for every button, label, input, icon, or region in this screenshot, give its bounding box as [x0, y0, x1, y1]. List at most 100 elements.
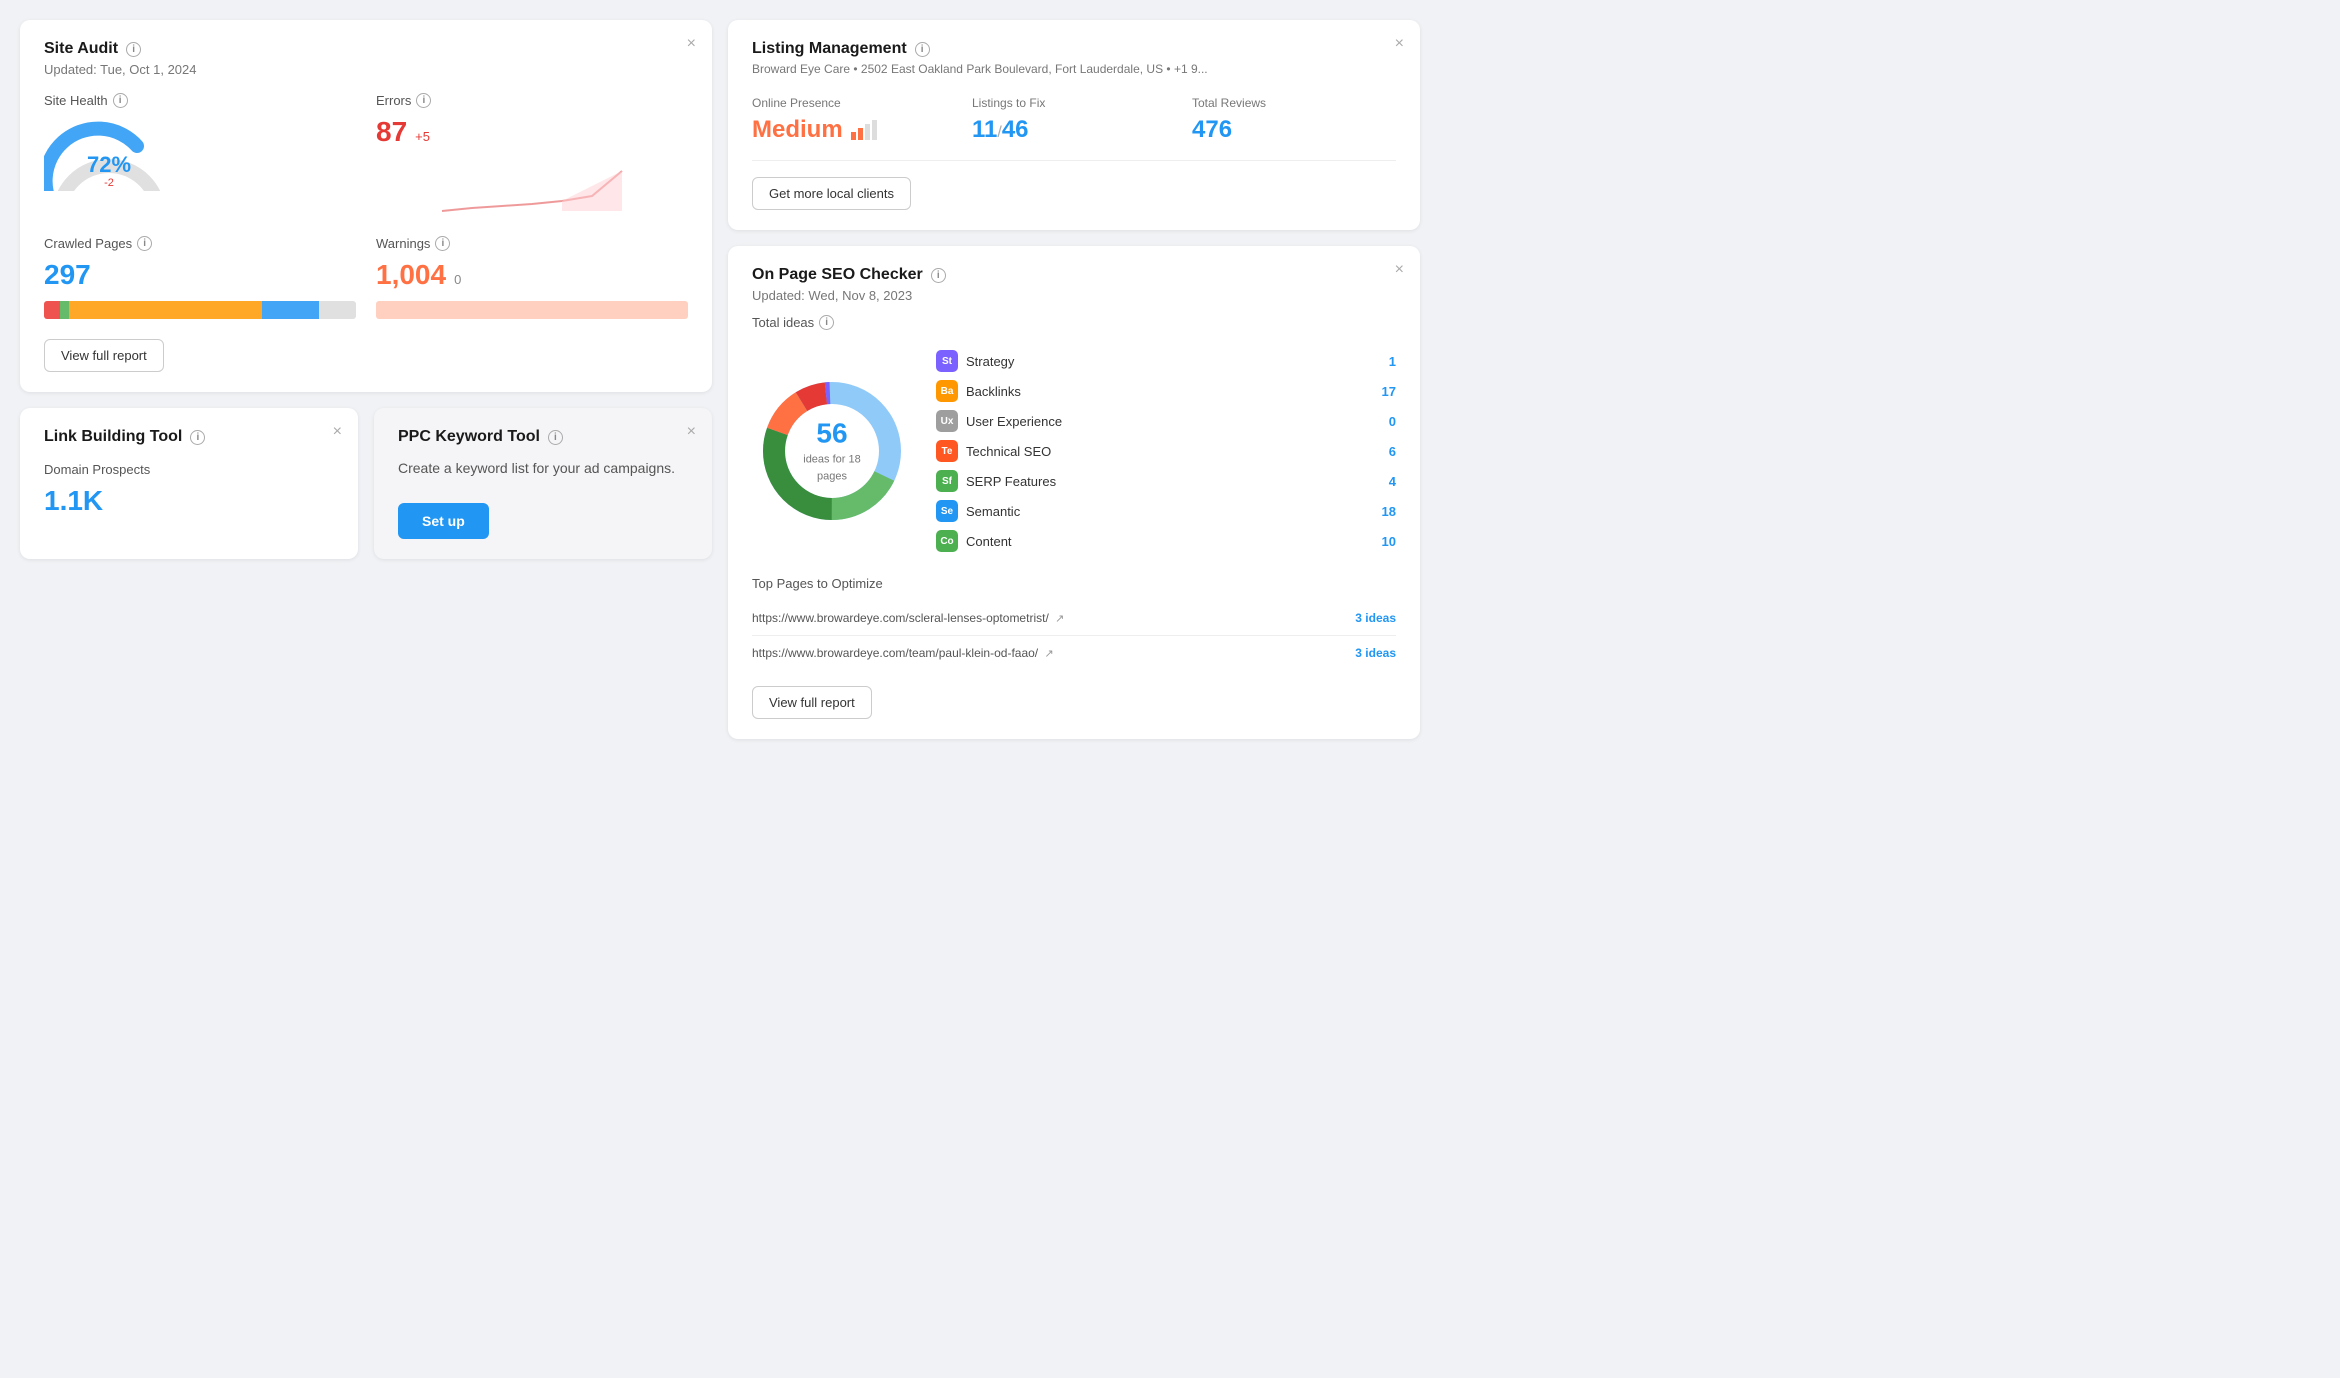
on-page-seo-view-report[interactable]: View full report	[752, 686, 872, 719]
site-audit-updated: Updated: Tue, Oct 1, 2024	[44, 62, 688, 77]
serp-badge: Sf	[936, 470, 958, 492]
errors-value: 87	[376, 116, 407, 148]
ux-count: 0	[1389, 414, 1396, 429]
semantic-label: Semantic	[966, 504, 1020, 519]
ideas-legend: St Strategy 1 Ba Backlinks 17	[936, 346, 1396, 556]
legend-user-experience: Ux User Experience 0	[936, 406, 1396, 436]
total-reviews-metric: Total Reviews 476	[1192, 96, 1396, 144]
external-link-icon-1: ↗	[1055, 613, 1064, 625]
ppc-description: Create a keyword list for your ad campai…	[398, 458, 688, 479]
link-building-close[interactable]: ×	[333, 424, 342, 440]
link-building-card: Link Building Tool i × Domain Prospects …	[20, 408, 358, 559]
listings-to-fix-value: 11/46	[972, 116, 1176, 144]
strategy-badge: St	[936, 350, 958, 372]
page-url-2[interactable]: https://www.browardeye.com/team/paul-kle…	[752, 646, 1054, 660]
gauge-text: 72% -2	[87, 153, 131, 189]
site-audit-close[interactable]: ×	[687, 36, 696, 52]
link-building-title: Link Building Tool	[44, 428, 182, 446]
legend-semantic: Se Semantic 18	[936, 496, 1396, 526]
content-badge: Co	[936, 530, 958, 552]
donut-text: 56 ideas for 18 pages	[792, 418, 872, 485]
site-health-gauge: 72% -2	[44, 116, 174, 191]
signal-bars-icon	[851, 120, 877, 140]
legend-strategy: St Strategy 1	[936, 346, 1396, 376]
listings-to-fix-label: Listings to Fix	[972, 96, 1176, 110]
on-page-seo-info[interactable]: i	[931, 268, 946, 283]
crawled-pages-section: Crawled Pages i 297	[44, 236, 356, 319]
top-pages-section: Top Pages to Optimize https://www.browar…	[752, 576, 1396, 670]
total-reviews-value: 476	[1192, 116, 1396, 144]
site-audit-card: Site Audit i Updated: Tue, Oct 1, 2024 ×…	[20, 20, 712, 392]
page-ideas-1: 3 ideas	[1355, 611, 1396, 625]
warnings-value: 1,004	[376, 259, 446, 291]
serp-count: 4	[1389, 474, 1396, 489]
page-url-1[interactable]: https://www.browardeye.com/scleral-lense…	[752, 611, 1064, 625]
errors-info[interactable]: i	[416, 93, 431, 108]
online-presence-value: Medium	[752, 116, 956, 144]
donut-chart: 56 ideas for 18 pages	[752, 371, 912, 531]
tech-seo-label: Technical SEO	[966, 444, 1051, 459]
donut-number: 56	[792, 418, 872, 450]
errors-section: Errors i 87 +5	[376, 93, 688, 216]
total-reviews-label: Total Reviews	[1192, 96, 1396, 110]
strategy-label: Strategy	[966, 354, 1014, 369]
listing-address: Broward Eye Care • 2502 East Oakland Par…	[752, 62, 1396, 76]
gauge-delta: -2	[87, 177, 131, 189]
warnings-info[interactable]: i	[435, 236, 450, 251]
total-ideas-label: Total ideas	[752, 315, 814, 330]
tech-seo-badge: Te	[936, 440, 958, 462]
tech-seo-count: 6	[1389, 444, 1396, 459]
warnings-label: Warnings	[376, 236, 430, 251]
listing-management-card: Listing Management i Broward Eye Care • …	[728, 20, 1420, 230]
domain-prospects-value: 1.1K	[44, 485, 103, 516]
warnings-section: Warnings i 1,004 0	[376, 236, 688, 319]
site-health-label: Site Health	[44, 93, 108, 108]
ppc-keyword-info[interactable]: i	[548, 430, 563, 445]
external-link-icon-2: ↗	[1044, 648, 1053, 660]
on-page-seo-updated: Updated: Wed, Nov 8, 2023	[752, 288, 1396, 303]
crawled-pages-label: Crawled Pages	[44, 236, 132, 251]
ux-label: User Experience	[966, 414, 1062, 429]
listing-metrics: Online Presence Medium Listings to Fix	[752, 96, 1396, 161]
seo-checker-content: 56 ideas for 18 pages St Strategy 1	[752, 346, 1396, 556]
errors-delta: +5	[415, 129, 430, 144]
donut-label: ideas for 18 pages	[803, 454, 860, 483]
total-ideas-info[interactable]: i	[819, 315, 834, 330]
listing-management-close[interactable]: ×	[1395, 36, 1404, 52]
on-page-seo-card: On Page SEO Checker i Updated: Wed, Nov …	[728, 246, 1420, 739]
site-audit-info-icon[interactable]: i	[126, 42, 141, 57]
ppc-setup-button[interactable]: Set up	[398, 503, 489, 539]
site-health-info[interactable]: i	[113, 93, 128, 108]
strategy-count: 1	[1389, 354, 1396, 369]
page-row-1: https://www.browardeye.com/scleral-lense…	[752, 601, 1396, 636]
content-count: 10	[1382, 534, 1396, 549]
crawled-bar	[44, 301, 356, 319]
site-audit-view-report[interactable]: View full report	[44, 339, 164, 372]
listing-management-info[interactable]: i	[915, 42, 930, 57]
listing-management-title: Listing Management	[752, 40, 907, 58]
semantic-badge: Se	[936, 500, 958, 522]
backlinks-label: Backlinks	[966, 384, 1021, 399]
right-column: Listing Management i Broward Eye Care • …	[728, 20, 1420, 739]
gauge-percent: 72%	[87, 153, 131, 177]
legend-content: Co Content 10	[936, 526, 1396, 556]
bottom-tools-row: Link Building Tool i × Domain Prospects …	[20, 408, 712, 559]
ppc-keyword-close[interactable]: ×	[687, 424, 696, 440]
crawled-pages-info[interactable]: i	[137, 236, 152, 251]
errors-trend-svg	[376, 156, 688, 216]
errors-label: Errors	[376, 93, 411, 108]
on-page-seo-close[interactable]: ×	[1395, 262, 1404, 278]
link-building-info[interactable]: i	[190, 430, 205, 445]
crawled-pages-value: 297	[44, 259, 91, 290]
top-pages-label: Top Pages to Optimize	[752, 576, 1396, 591]
semantic-count: 18	[1382, 504, 1396, 519]
ppc-keyword-title: PPC Keyword Tool	[398, 428, 540, 446]
warnings-bar	[376, 301, 688, 319]
get-clients-button[interactable]: Get more local clients	[752, 177, 911, 210]
errors-chart	[376, 156, 688, 216]
legend-backlinks: Ba Backlinks 17	[936, 376, 1396, 406]
warnings-delta: 0	[454, 272, 461, 287]
serp-label: SERP Features	[966, 474, 1056, 489]
backlinks-badge: Ba	[936, 380, 958, 402]
on-page-seo-title: On Page SEO Checker	[752, 266, 923, 284]
